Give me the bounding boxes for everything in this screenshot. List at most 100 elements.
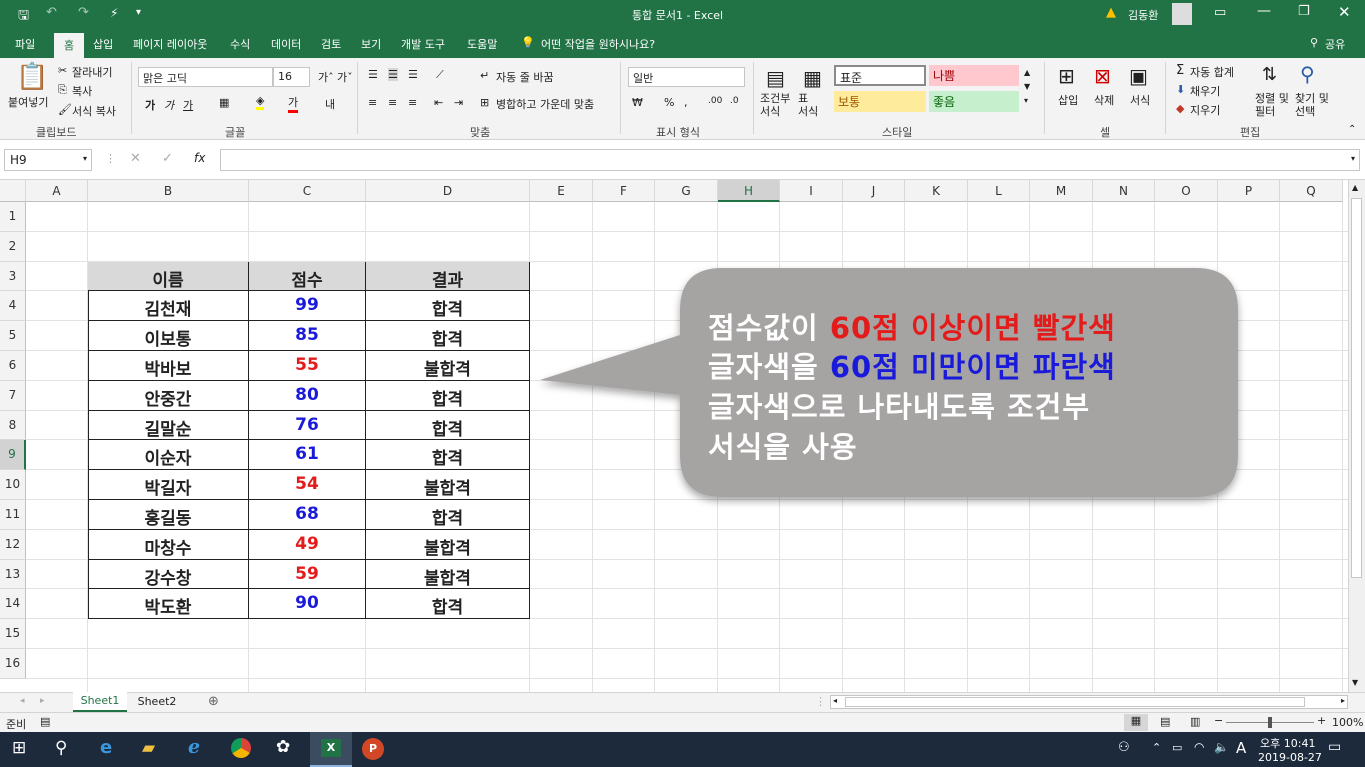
column-header[interactable]: F <box>593 180 655 202</box>
name-cell[interactable]: 김천재 <box>88 291 249 322</box>
clock-time[interactable]: 오후 10:41 <box>1260 735 1315 751</box>
result-cell[interactable]: 합격 <box>366 321 530 351</box>
merge-center-button[interactable]: 병합하고 가운데 맞춤 <box>496 96 594 112</box>
row-header[interactable]: 15 <box>0 619 26 649</box>
result-cell[interactable]: 합격 <box>366 500 530 530</box>
collapse-ribbon-icon[interactable]: ⌃ <box>1348 124 1356 135</box>
table-header-cell[interactable]: 점수 <box>249 261 366 292</box>
column-header[interactable]: E <box>530 180 593 202</box>
format-cells-icon[interactable]: ▣ <box>1129 64 1148 88</box>
result-cell[interactable]: 불합격 <box>366 351 530 381</box>
shrink-font-icon[interactable]: 가ˇ <box>337 69 353 85</box>
zoom-level[interactable]: 100% <box>1332 716 1363 729</box>
undo-icon[interactable]: ↶ <box>46 5 57 20</box>
name-cell[interactable]: 박길자 <box>88 470 249 500</box>
row-header[interactable]: 2 <box>0 231 26 262</box>
sheet-tab-2[interactable]: Sheet2 <box>130 693 184 713</box>
redo-icon[interactable]: ↷ <box>78 5 89 20</box>
score-cell[interactable]: 68 <box>249 500 366 530</box>
row-header[interactable]: 10 <box>0 470 26 500</box>
row-header[interactable]: 5 <box>0 321 26 351</box>
increase-decimal-icon[interactable]: .00 <box>708 96 722 106</box>
vertical-scroll-thumb[interactable] <box>1351 198 1362 578</box>
increase-indent-icon[interactable]: ⇥ <box>454 96 463 109</box>
autosum-button[interactable]: 자동 합계 <box>1190 64 1234 80</box>
fill-color-icon[interactable]: ◈ <box>256 94 265 110</box>
comma-icon[interactable]: , <box>684 96 688 109</box>
avatar[interactable] <box>1172 3 1192 25</box>
scroll-right-icon[interactable]: ▸ <box>1341 696 1345 705</box>
column-header[interactable]: K <box>905 180 968 202</box>
tab-view[interactable]: 보기 <box>361 36 381 52</box>
wrap-text-icon[interactable]: ↵ <box>480 69 489 82</box>
formula-input[interactable]: ▾ <box>220 149 1360 171</box>
clock-date[interactable]: 2019-08-27 <box>1258 751 1322 764</box>
result-cell[interactable]: 합격 <box>366 410 530 441</box>
file-explorer-icon[interactable]: ▰ <box>142 738 155 758</box>
select-all-corner[interactable] <box>0 180 26 202</box>
score-cell[interactable]: 61 <box>249 440 366 471</box>
table-header-cell[interactable]: 이름 <box>88 261 249 292</box>
paste-icon[interactable]: 📋 <box>16 62 48 92</box>
font-color-icon[interactable]: 가 <box>288 94 299 113</box>
decrease-indent-icon[interactable]: ⇤ <box>434 96 443 109</box>
column-header[interactable]: M <box>1030 180 1093 202</box>
excel-taskbar-button[interactable]: X <box>310 732 352 767</box>
cut-button[interactable]: 잘라내기 <box>72 64 112 80</box>
row-header[interactable]: 16 <box>0 649 26 679</box>
result-cell[interactable]: 합격 <box>366 380 530 411</box>
sheet-tab-1[interactable]: Sheet1 <box>73 692 127 712</box>
tab-data[interactable]: 데이터 <box>271 36 301 52</box>
column-header[interactable]: P <box>1218 180 1280 202</box>
column-header[interactable]: N <box>1093 180 1155 202</box>
grow-font-icon[interactable]: 가ˆ <box>318 69 334 85</box>
score-cell[interactable]: 54 <box>249 470 366 500</box>
phonetic-icon[interactable]: 내 <box>325 96 335 112</box>
align-center-icon[interactable]: ≡ <box>388 96 397 109</box>
row-header[interactable]: 4 <box>0 291 26 322</box>
tab-home[interactable]: 홈 <box>54 33 85 58</box>
autosum-icon[interactable]: Σ <box>1176 63 1184 78</box>
windows-start-icon[interactable]: ⊞ <box>12 738 26 758</box>
next-sheet-icon[interactable]: ▸ <box>40 696 45 706</box>
score-cell[interactable]: 80 <box>249 380 366 411</box>
share-button[interactable]: 공유 <box>1325 36 1345 52</box>
new-sheet-icon[interactable]: ⊕ <box>208 694 219 709</box>
merge-icon[interactable]: ⊞ <box>480 96 489 109</box>
delete-cells-icon[interactable]: ⊠ <box>1094 64 1111 88</box>
tab-insert[interactable]: 삽입 <box>93 36 113 52</box>
copy-icon[interactable]: ⎘ <box>58 83 67 97</box>
row-header[interactable]: 8 <box>0 410 26 441</box>
tell-me-input[interactable]: 어떤 작업을 원하시나요? <box>541 36 655 52</box>
name-box[interactable]: H9 ▾ <box>4 149 92 171</box>
name-cell[interactable]: 홍길동 <box>88 500 249 530</box>
result-cell[interactable]: 합격 <box>366 589 530 620</box>
row-header[interactable]: 1 <box>0 202 26 232</box>
row-header[interactable]: 11 <box>0 500 26 530</box>
orientation-icon[interactable]: ⟋ <box>436 68 444 82</box>
worksheet-grid[interactable]: A B C D E F G H I J K L M N O P Q 1 2 3 4 5 6 7 8 9 10 11 12 13 14 15 16… <box>0 180 1348 692</box>
align-right-icon[interactable]: ≡ <box>408 96 417 109</box>
conditional-format-button[interactable]: 조건부 서식 <box>760 92 790 118</box>
score-cell[interactable]: 59 <box>249 559 366 590</box>
bold-button[interactable]: 가 <box>145 97 155 113</box>
style-neutral[interactable]: 보통 <box>834 91 926 112</box>
zoom-out-icon[interactable]: − <box>1214 714 1223 727</box>
table-header-cell[interactable]: 결과 <box>366 261 530 292</box>
result-cell[interactable]: 불합격 <box>366 470 530 500</box>
vertical-scrollbar[interactable]: ▲ ▼ <box>1348 180 1365 692</box>
style-bad[interactable]: 나쁨 <box>929 65 1019 86</box>
tab-review[interactable]: 검토 <box>321 36 341 52</box>
name-cell[interactable]: 박도환 <box>88 589 249 620</box>
borders-icon[interactable]: ▦ <box>219 96 229 109</box>
brush-icon[interactable]: 🖌 <box>58 103 72 116</box>
result-cell[interactable]: 불합격 <box>366 559 530 590</box>
share-icon[interactable]: ⚲ <box>1310 36 1318 49</box>
column-header[interactable]: O <box>1155 180 1218 202</box>
close-icon[interactable]: ✕ <box>1338 3 1351 21</box>
score-cell[interactable]: 76 <box>249 410 366 441</box>
wifi-icon[interactable]: ◠ <box>1194 740 1204 754</box>
find-select-icon[interactable]: ⚲ <box>1300 62 1315 86</box>
battery-icon[interactable]: ▭ <box>1172 741 1182 754</box>
underline-button[interactable]: 가 <box>183 97 193 113</box>
